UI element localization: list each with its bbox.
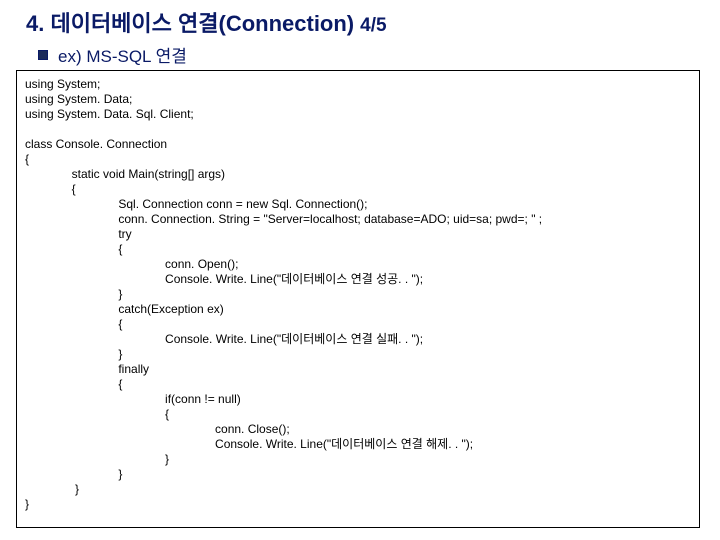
bullet-icon bbox=[38, 50, 48, 60]
code-block: using System; using System. Data; using … bbox=[16, 70, 700, 528]
page-indicator: 4/5 bbox=[360, 15, 386, 36]
subtitle: ex) MS-SQL 연결 bbox=[58, 42, 187, 67]
slide-title: 4. 데이터베이스 연결(Connection) bbox=[26, 11, 354, 36]
